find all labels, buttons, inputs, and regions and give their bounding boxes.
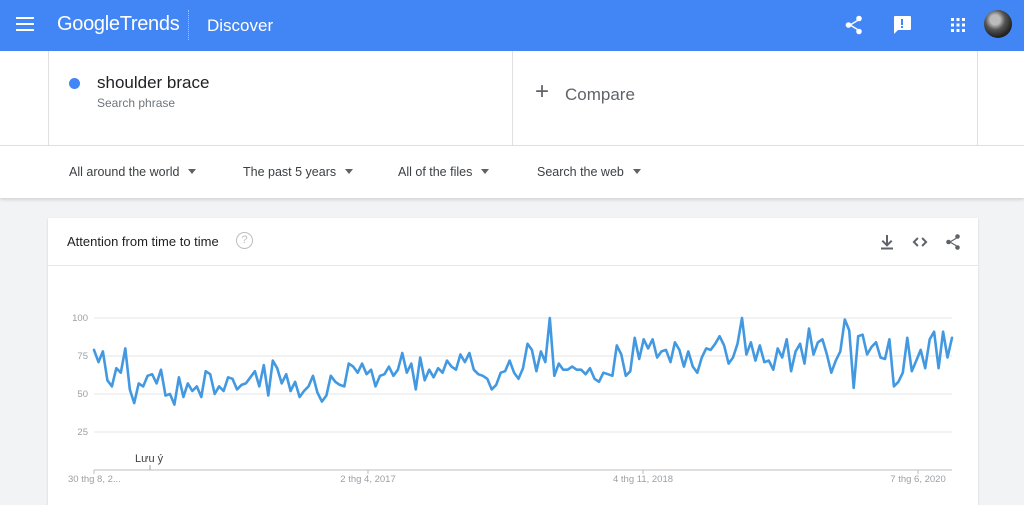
download-icon[interactable] [877, 232, 897, 252]
time-filter[interactable]: The past 5 years [243, 165, 354, 179]
filter-bar: All around the world The past 5 years Al… [0, 145, 1024, 198]
dropdown-caret-icon [481, 169, 490, 175]
dropdown-caret-icon [632, 169, 641, 175]
region-filter[interactable]: All around the world [69, 165, 197, 179]
x-tick-label: 7 thg 6, 2020 [890, 474, 945, 485]
x-tick-label: 4 thg 11, 2018 [613, 474, 673, 485]
search-terms-panel: shoulder brace Search phrase + Compare [0, 51, 1024, 145]
feedback-icon[interactable] [890, 13, 914, 37]
interest-line-chart: 100 75 50 25 30 thg 8, 2... 2 thg 4, 2017 4 t… [68, 313, 954, 485]
search-term-name[interactable]: shoulder brace [97, 73, 209, 93]
compare-button[interactable]: + Compare [513, 51, 978, 145]
dropdown-caret-icon [345, 169, 354, 175]
plus-icon: + [535, 78, 550, 105]
series-line-shoulder-brace [92, 316, 954, 406]
brand-google: Google [57, 13, 120, 35]
chart-note-annotation[interactable]: Lưu ý [135, 453, 164, 465]
avatar[interactable] [984, 10, 1012, 38]
x-axis: 30 thg 8, 2... 2 thg 4, 2017 4 thg 11, 201… [68, 465, 946, 485]
property-filter[interactable]: Search the web [537, 165, 641, 179]
header-divider [188, 10, 189, 40]
search-term-type: Search phrase [97, 96, 176, 110]
y-tick-label: 75 [77, 351, 88, 362]
apps-grid-icon[interactable] [946, 13, 970, 37]
dropdown-caret-icon [188, 169, 197, 175]
card-divider [48, 265, 978, 266]
embed-code-icon[interactable] [910, 232, 930, 252]
y-tick-label: 50 [77, 389, 88, 400]
y-tick-label: 25 [77, 427, 88, 438]
term-color-dot [69, 78, 80, 89]
property-filter-label: Search the web [537, 165, 624, 179]
category-filter[interactable]: All of the files [398, 165, 490, 179]
card-title: Attention from time to time [67, 234, 219, 249]
time-filter-label: The past 5 years [243, 165, 337, 179]
region-filter-label: All around the world [69, 165, 180, 179]
share-icon[interactable] [842, 13, 866, 37]
share-icon[interactable] [943, 232, 963, 252]
y-tick-label: 100 [72, 313, 88, 324]
help-icon[interactable]: ? [236, 232, 253, 249]
x-tick-label: 30 thg 8, 2... [68, 474, 121, 485]
y-axis: 100 75 50 25 [72, 313, 88, 438]
interest-over-time-card: Attention from time to time ? 100 75 50 25 … [48, 218, 978, 505]
menu-icon[interactable] [16, 17, 34, 31]
x-tick-label: 2 thg 4, 2017 [340, 474, 395, 485]
google-trends-logo[interactable]: GoogleTrends [57, 13, 180, 36]
category-filter-label: All of the files [398, 165, 473, 179]
search-term-card[interactable]: shoulder brace Search phrase [48, 51, 513, 145]
top-app-bar: GoogleTrends Discover [0, 0, 1024, 51]
compare-label: Compare [565, 85, 635, 104]
brand-trends: Trends [119, 13, 180, 35]
section-title: Discover [207, 16, 274, 35]
